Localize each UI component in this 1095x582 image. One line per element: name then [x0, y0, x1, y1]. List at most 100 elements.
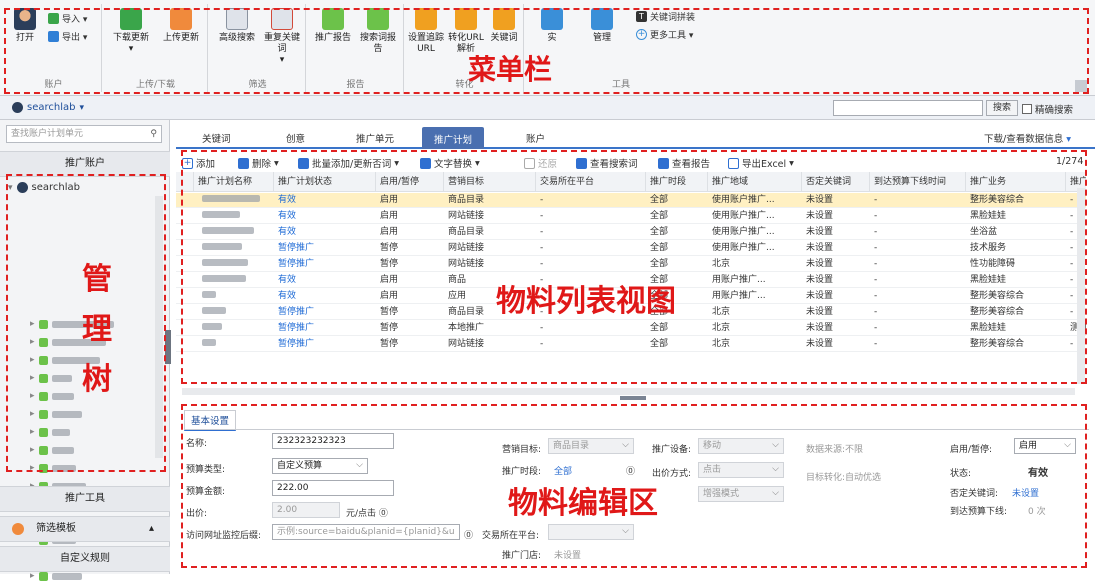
goal-select[interactable]: 商品目录 — [548, 438, 634, 454]
export-excel-button[interactable]: 导出Excel ▾ — [728, 156, 794, 170]
menu-annotation: 菜单栏 — [468, 53, 553, 86]
grid-header[interactable]: 启用/暂停 — [376, 172, 444, 192]
delete-button[interactable]: 删除 ▾ — [238, 156, 279, 170]
tree-item[interactable]: ▸ — [30, 390, 74, 402]
set-tracking-url-button[interactable]: 设置追踪URL — [408, 8, 444, 55]
plan-icon — [38, 445, 48, 455]
grid-header[interactable]: 推广时段 — [646, 172, 708, 192]
grid-cell-neg: 未设置 — [806, 307, 834, 317]
budget-amount-input[interactable]: 222.00 — [272, 480, 394, 496]
export-button[interactable]: 导出 ▾ — [48, 30, 87, 43]
view-report-button[interactable]: 查看报告 — [658, 156, 710, 170]
promotion-report-button[interactable]: 推广报告 — [312, 8, 354, 44]
search-term-report-button[interactable]: 搜索词报告 — [358, 8, 398, 55]
tab-plan[interactable]: 推广计划 — [422, 127, 485, 149]
help-icon[interactable]: ⓪ — [626, 464, 635, 477]
plan-name-cell — [198, 305, 274, 320]
grid-header[interactable]: 推广计划状态 — [274, 172, 376, 192]
device-select[interactable]: 移动 — [698, 438, 784, 454]
enable-select[interactable]: 启用 — [1014, 438, 1076, 454]
table-row[interactable]: 有效 启用 网站链接 - 全部 使用账户推广... 未设置 - 黑脸娃娃 - — [176, 209, 1086, 224]
plan-icon — [38, 319, 48, 329]
sidebar-section-tools[interactable]: 推广工具 — [0, 486, 170, 512]
realtime-tool-button[interactable]: 实 — [534, 8, 570, 44]
plus-circle-icon: + — [636, 29, 647, 40]
sidebar-section-filter-template[interactable]: 筛选模板 ▴ — [0, 516, 170, 542]
table-row[interactable]: 暂停推广 暂停 网站链接 - 全部 北京 未设置 - 整形美容综合 - — [176, 337, 1086, 352]
upload-update-button[interactable]: 上传更新 — [158, 8, 204, 44]
search-button[interactable]: 搜索 — [986, 100, 1019, 116]
table-row[interactable]: 暂停推广 暂停 网站链接 - 全部 北京 未设置 - 性功能障碍 - — [176, 257, 1086, 272]
tab-unit[interactable]: 推广单元 — [356, 131, 394, 145]
time-link[interactable]: 全部 — [554, 464, 572, 477]
keyword-assemble-button[interactable]: T 关键词拼装 — [636, 10, 695, 23]
download-update-button[interactable]: 下载更新 ▾ — [108, 8, 154, 55]
platform-select[interactable] — [548, 524, 634, 540]
grid-cell-status: 有效 — [278, 195, 297, 205]
import-button[interactable]: 导入 ▾ — [48, 12, 87, 25]
advanced-search-button[interactable]: 高级搜索 — [216, 8, 258, 44]
collapse-ribbon-icon[interactable] — [1075, 80, 1087, 92]
text-replace-button[interactable]: 文字替换 ▾ — [420, 156, 480, 170]
duplicate-keyword-button[interactable]: 重复关键词 ▾ — [264, 8, 300, 66]
tab-account[interactable]: 账户 — [526, 131, 545, 145]
grid-cell-region: 使用账户推广... — [712, 227, 775, 237]
tab-keyword[interactable]: 关键词 — [202, 131, 231, 145]
open-button[interactable]: 打开 — [12, 8, 38, 44]
text-icon: T — [636, 11, 647, 22]
grid-header[interactable]: 推广计划名称 — [194, 172, 274, 192]
tree-item[interactable]: ▸ — [30, 408, 82, 420]
grid-cell-biz: 整形美容综合 — [970, 195, 1025, 205]
grid-header[interactable]: 推广业务 — [966, 172, 1066, 192]
keyword-conversion-button[interactable]: 关键词 — [488, 8, 520, 44]
negative-keyword-link[interactable]: 未设置 — [1012, 486, 1039, 499]
budget-type-select[interactable]: 自定义预算 — [272, 458, 368, 474]
tree-item[interactable]: ▸ — [30, 426, 70, 438]
help-icon[interactable]: ⓪ — [464, 528, 473, 541]
table-row[interactable]: 有效 启用 商品目录 - 全部 使用账户推广... 未设置 - 整形美容综合 - — [176, 193, 1086, 208]
grid-header[interactable]: 到达预算下线时间 — [870, 172, 966, 192]
add-button[interactable]: + 添加 — [182, 156, 215, 170]
sidebar-search-input[interactable]: 查找账户计划单元 ⚲ — [6, 125, 162, 143]
tree-item[interactable]: ▸ — [30, 444, 74, 456]
bid-mode-select[interactable]: 点击 — [698, 462, 784, 478]
tree-root[interactable]: ▾ searchlab — [8, 182, 80, 193]
table-row[interactable]: 暂停推广 暂停 网站链接 - 全部 使用账户推广... 未设置 - 技术服务 - — [176, 241, 1086, 256]
tree-item[interactable]: ▸ — [30, 462, 76, 474]
group-label: 账户 — [44, 80, 63, 90]
monitor-suffix-input[interactable]: 示例:source=baidu&planid={planid}&u — [272, 524, 460, 540]
tree-item[interactable]: ▸ — [30, 372, 72, 384]
table-row[interactable]: 暂停推广暂停本地推广-全部北京未设置-黑脸娃娃测试店铺 — [176, 321, 1086, 336]
global-search-input[interactable] — [833, 100, 983, 116]
restore-button[interactable]: 还原 — [524, 156, 557, 170]
account-selector[interactable]: searchlab ▾ — [12, 102, 84, 113]
bid-input[interactable]: 2.00 — [272, 502, 340, 518]
grid-cell-platform: - — [540, 339, 544, 349]
sidebar-section-custom-rules[interactable]: 自定义规则 — [0, 546, 170, 572]
name-input[interactable]: 232323232323 — [272, 433, 394, 449]
grid-header[interactable]: 交易所在平台 — [536, 172, 646, 192]
enhance-mode-select[interactable]: 增强模式 — [698, 486, 784, 502]
download-info-link[interactable]: 下载/查看数据信息 ▾ — [984, 131, 1071, 145]
caret-right-icon: ▸ — [30, 337, 35, 347]
tab-creative[interactable]: 创意 — [286, 131, 305, 145]
grid-vscrollbar[interactable] — [1077, 188, 1085, 384]
more-tools-button[interactable]: + 更多工具 ▾ — [636, 28, 693, 41]
grid-header[interactable]: 营销目标 — [444, 172, 536, 192]
grid-header[interactable] — [176, 172, 194, 192]
batch-negative-button[interactable]: 批量添加/更新否词 ▾ — [298, 156, 399, 170]
plan-name-redacted — [202, 339, 216, 346]
tab-basic-settings[interactable]: 基本设置 — [184, 410, 237, 431]
manage-tool-button[interactable]: 管理 — [582, 8, 622, 44]
tree-scrollbar[interactable] — [155, 196, 163, 458]
chevron-down-icon: ▾ — [1066, 134, 1072, 145]
grid-header[interactable]: 否定关键词 — [802, 172, 870, 192]
sidebar-collapse-handle[interactable] — [165, 330, 171, 364]
view-search-terms-button[interactable]: 查看搜索词 — [576, 156, 638, 170]
exact-search-checkbox[interactable]: 精确搜索 — [1022, 102, 1073, 116]
table-row[interactable]: 有效 启用 商品目录 - 全部 使用账户推广... 未设置 - 坐浴盆 - — [176, 225, 1086, 240]
grid-hscrollbar[interactable] — [182, 388, 1075, 395]
grid-cell-enable: 暂停 — [380, 307, 399, 317]
device-label: 推广设备: — [652, 445, 692, 455]
grid-header[interactable]: 推广地域 — [708, 172, 802, 192]
